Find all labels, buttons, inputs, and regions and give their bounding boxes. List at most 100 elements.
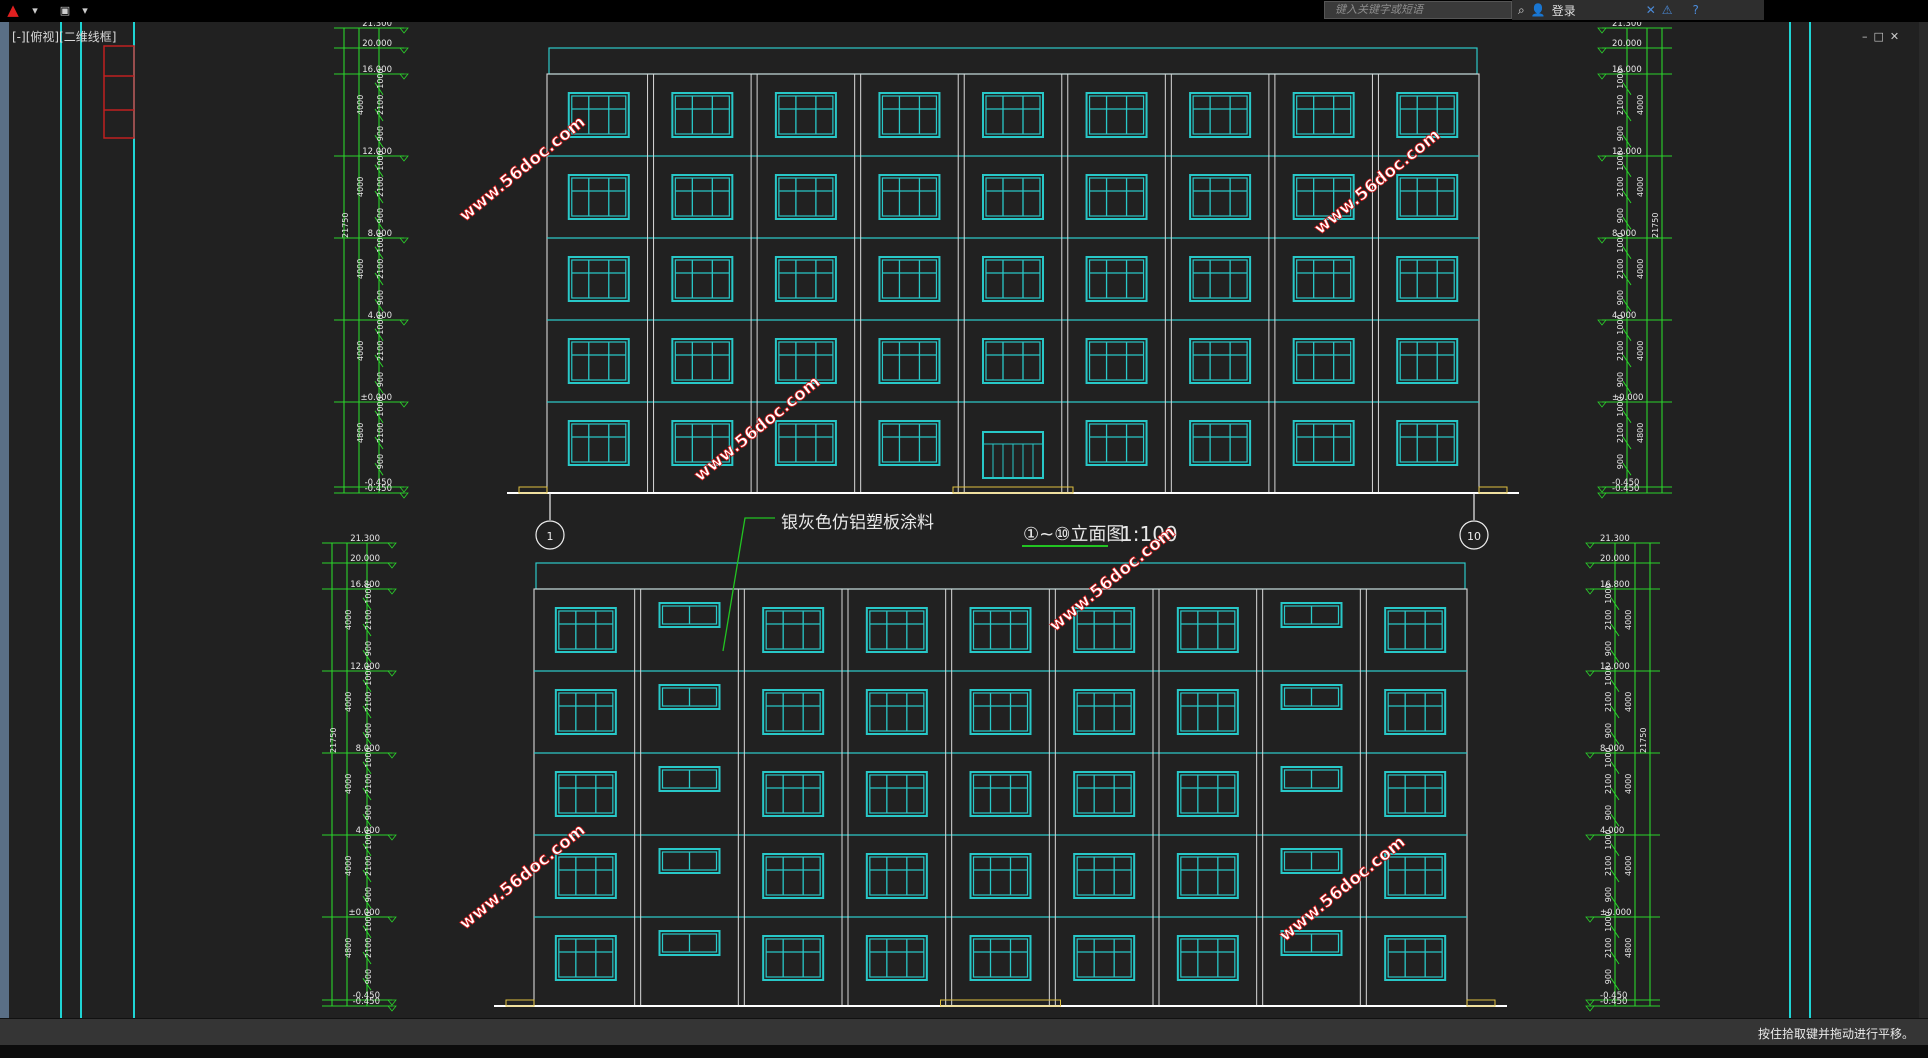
window (1396, 256, 1459, 302)
dimension-text: 4800 (344, 938, 353, 958)
small-window (658, 766, 721, 792)
window (878, 420, 941, 466)
dimension-text: 1000 (376, 68, 385, 88)
dimension-text: 1000 (1604, 911, 1613, 931)
window (1073, 853, 1136, 899)
upper-axis-markers (535, 493, 1489, 550)
level-mark (387, 834, 397, 841)
login-button[interactable]: 登录 (1552, 2, 1576, 19)
window (1384, 935, 1447, 981)
window (1292, 338, 1355, 384)
dimension-text: 2100 (1616, 259, 1625, 279)
dimension-text: 2100 (364, 938, 373, 958)
dimension-text: 21.300 (1612, 22, 1642, 29)
window (969, 689, 1032, 735)
dimension-text: 21.300 (350, 534, 380, 544)
window (969, 771, 1032, 817)
binoculars-icon[interactable]: ⌕ (1518, 3, 1525, 18)
exchange-icon[interactable]: ✕ (1646, 3, 1656, 17)
quick-access-dropdown-icon[interactable]: ▾ (74, 1, 96, 19)
dimension-text: 2100 (364, 774, 373, 794)
level-mark (387, 999, 397, 1006)
dimension-text: 21750 (329, 728, 338, 753)
cad-drawing-canvas[interactable]: 21.30020.00016.00012.0008.0004.000±0.000… (0, 22, 1928, 1018)
window (878, 92, 941, 138)
dimension-text: 1000 (376, 396, 385, 416)
viewport-controls[interactable]: [-][俯视][二维线框] (12, 28, 116, 45)
window (774, 256, 837, 302)
window (1085, 420, 1148, 466)
dimension-text: 900 (364, 887, 373, 902)
window (671, 92, 734, 138)
window (1189, 420, 1252, 466)
app-logo-icon[interactable]: ▲ (2, 1, 24, 19)
window (762, 689, 825, 735)
window (774, 92, 837, 138)
entrance-door (982, 431, 1044, 479)
dimension-text: 2100 (364, 856, 373, 876)
window (762, 607, 825, 653)
level-mark (399, 155, 409, 162)
window (1073, 771, 1136, 817)
window (982, 338, 1044, 384)
dimension-text: 900 (376, 290, 385, 305)
dimension-text: 2100 (364, 610, 373, 630)
dimension-text: 4000 (344, 774, 353, 794)
dimension-text: 2100 (1604, 774, 1613, 794)
small-window (658, 684, 721, 710)
level-mark (399, 319, 409, 326)
dimension-text: 4000 (1636, 95, 1645, 115)
dimension-text: 900 (1604, 887, 1613, 902)
status-bar: 按住拾取键并拖动进行平移。 (0, 1018, 1928, 1045)
dimension-text: 900 (364, 641, 373, 656)
save-icon[interactable]: ▣ (54, 1, 76, 19)
dimension-text: 1000 (1604, 665, 1613, 685)
dimension-text: 900 (1604, 723, 1613, 738)
drawing-window-controls[interactable]: –□✕ (1862, 30, 1905, 43)
dimension-text: 4000 (1636, 341, 1645, 361)
dimension-text: 4800 (1636, 423, 1645, 443)
level-mark (387, 1005, 397, 1012)
dimension-text: 4000 (1624, 856, 1633, 876)
dimension-text: 1000 (1604, 829, 1613, 849)
window (567, 420, 630, 466)
level-mark (1585, 752, 1595, 759)
dimension-text: 2100 (376, 177, 385, 197)
dimension-text: 4000 (356, 177, 365, 197)
window (1176, 689, 1239, 735)
level-mark (399, 47, 409, 54)
small-window (1280, 684, 1343, 710)
dimension-text: 900 (376, 208, 385, 223)
app-menu-dropdown-icon[interactable]: ▾ (24, 1, 46, 19)
search-input[interactable]: 键入关键字或短语 (1324, 1, 1512, 19)
dimension-text: 2100 (1616, 177, 1625, 197)
window (1384, 607, 1447, 653)
dimension-text: 20.000 (362, 39, 392, 49)
dimension-text: 1000 (376, 150, 385, 170)
material-leader (722, 517, 775, 652)
small-window (658, 848, 721, 874)
help-icon[interactable]: ? (1693, 3, 1699, 17)
dimension-text: 1000 (364, 747, 373, 767)
dimension-text: 20.000 (350, 554, 380, 564)
level-mark (399, 492, 409, 499)
small-window (1280, 766, 1343, 792)
network-icon[interactable]: ⚠ (1662, 3, 1673, 17)
level-mark (1585, 562, 1595, 569)
dimension-text: 1000 (1616, 314, 1625, 334)
dimension-text: 900 (1616, 454, 1625, 469)
window (1085, 92, 1148, 138)
dimension-text: 4000 (1636, 177, 1645, 197)
window (969, 935, 1032, 981)
dimension-text: 900 (1616, 126, 1625, 141)
vertical-scrollbar[interactable] (1919, 22, 1928, 1028)
level-mark (1585, 834, 1595, 841)
level-mark (1597, 319, 1607, 326)
tool-palette-strip[interactable] (0, 22, 9, 1028)
dimension-text: 2100 (376, 259, 385, 279)
window (1176, 607, 1239, 653)
dimension-text: 900 (364, 723, 373, 738)
window (554, 853, 617, 899)
axis-label-left: 1 (547, 530, 554, 543)
window (671, 174, 734, 220)
